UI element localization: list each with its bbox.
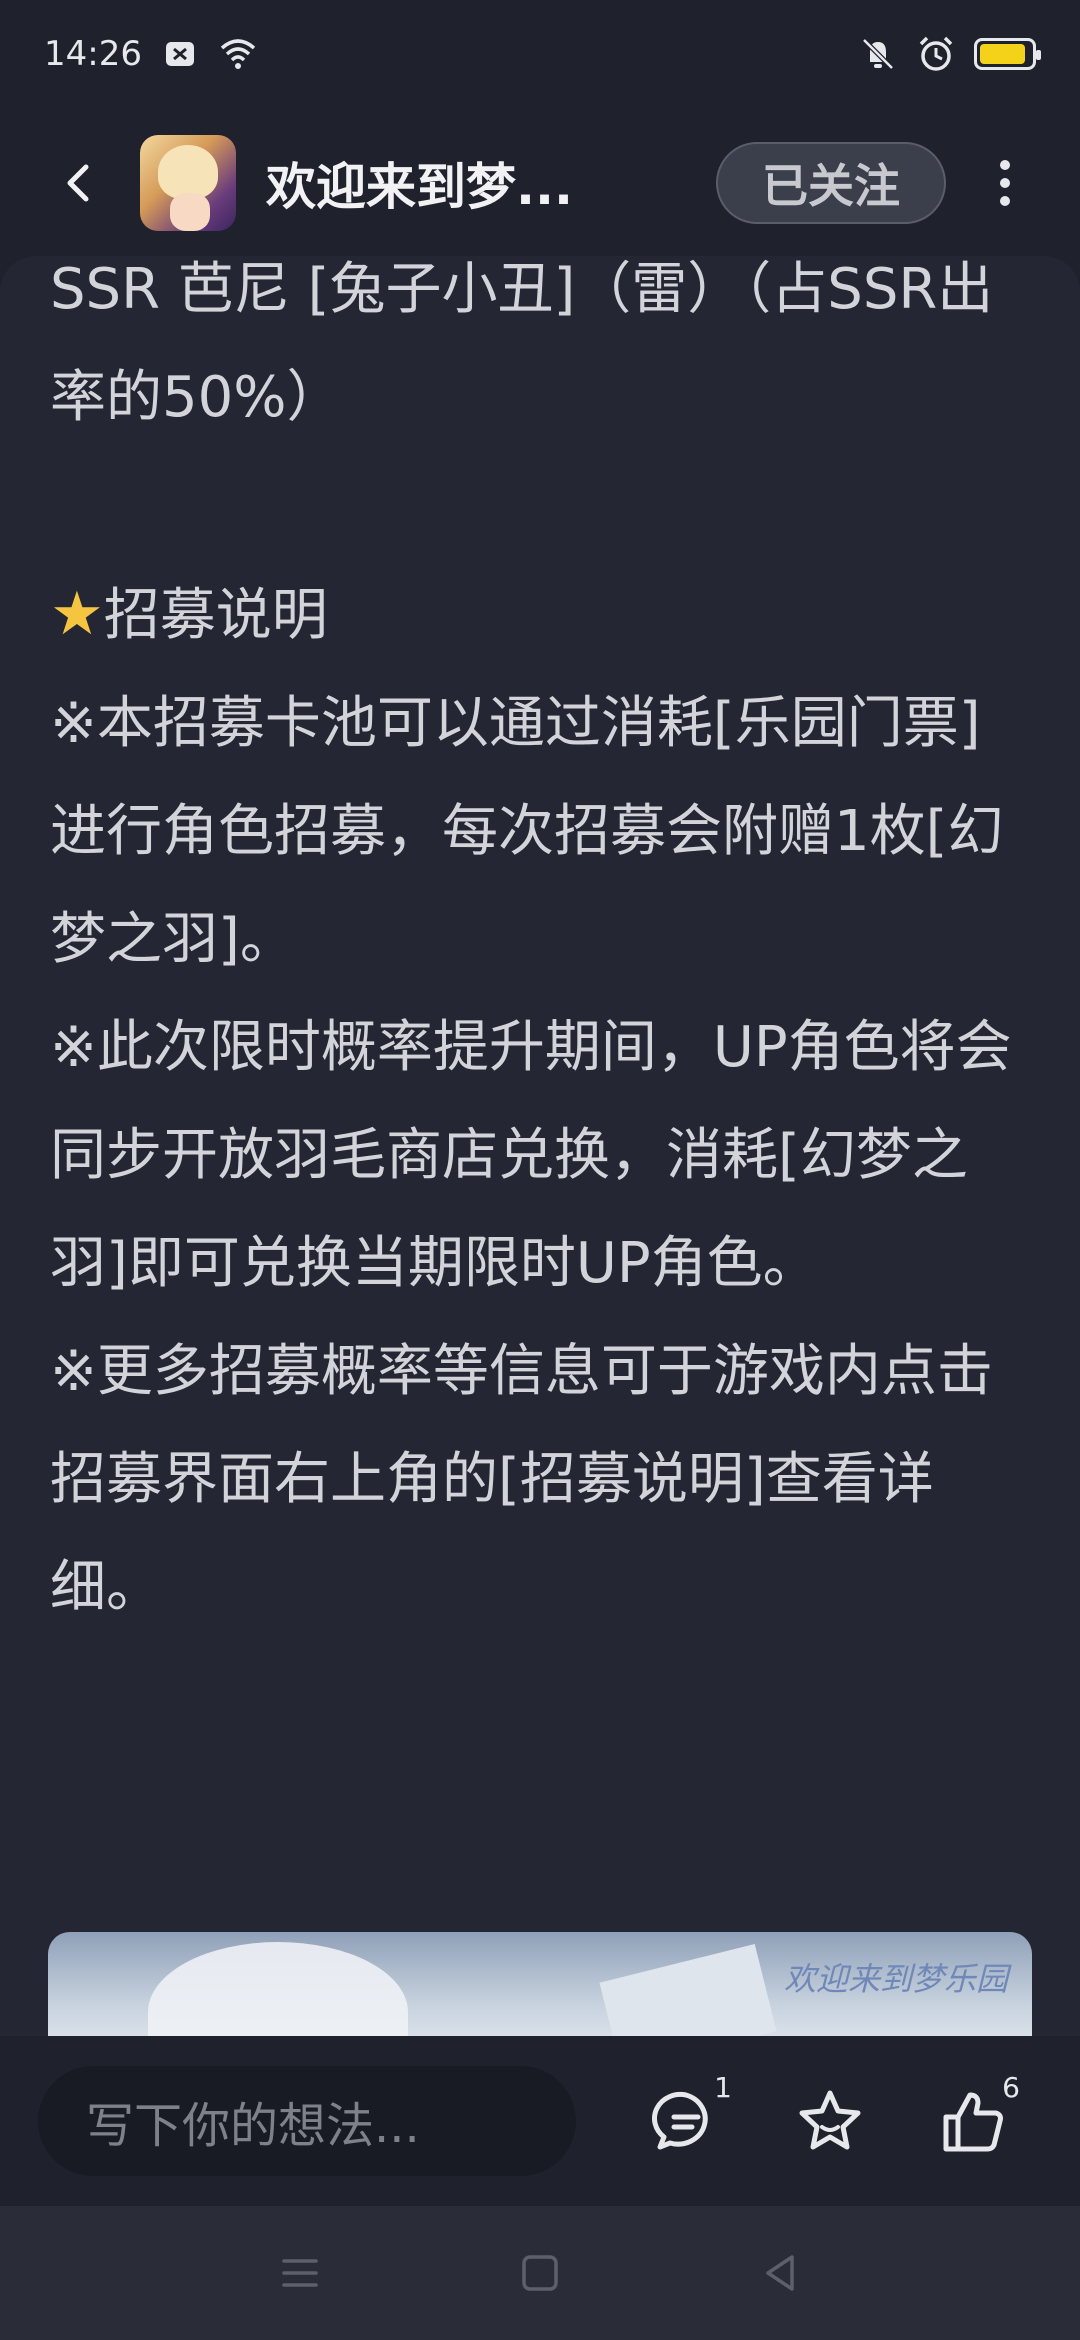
alarm-icon	[916, 34, 956, 74]
system-back-button[interactable]	[750, 2243, 810, 2303]
status-bar: 14:26	[0, 0, 1080, 108]
chevron-left-icon	[67, 164, 89, 202]
home-button[interactable]	[510, 2243, 570, 2303]
like-button[interactable]: 6	[924, 2071, 1024, 2171]
image-figure	[148, 1942, 408, 2036]
notification-icon	[160, 34, 200, 74]
comment-button[interactable]: 1	[636, 2071, 736, 2171]
back-button[interactable]	[40, 143, 120, 223]
wifi-icon	[218, 34, 258, 74]
star-outline-icon	[799, 2090, 861, 2150]
thumbs-up-icon	[943, 2092, 1003, 2152]
square-icon	[522, 2255, 558, 2291]
like-count: 6	[1002, 2071, 1020, 2104]
article-paragraph: ※更多招募概率等信息可于游戏内点击招募界面右上角的[招募说明]查看详细。	[50, 1339, 993, 1620]
battery-indicator	[974, 38, 1041, 70]
star-icon: ★	[50, 579, 104, 649]
article-paragraph: SSR 芭尼 [兔子小丑]（雷）（占SSR出率的50%）	[50, 257, 994, 430]
comment-input[interactable]: 写下你的想法...	[38, 2066, 576, 2176]
comment-icon	[652, 2091, 708, 2150]
comment-count: 1	[714, 2071, 732, 2104]
battery-level	[980, 44, 1025, 64]
avatar[interactable]	[140, 135, 236, 231]
image-watermark-logo: 欢迎来到梦乐园	[783, 1960, 1008, 1998]
triangle-back-icon	[766, 2255, 794, 2291]
page-title[interactable]: 欢迎来到梦...	[266, 147, 573, 219]
more-vertical-icon	[1000, 160, 1010, 206]
article-paragraph: ※此次限时概率提升期间，UP角色将会同步开放羽毛商店兑换，消耗[幻梦之羽]即可兑…	[50, 1015, 1012, 1296]
favorite-button[interactable]	[780, 2071, 880, 2171]
more-options-button[interactable]	[970, 143, 1040, 223]
status-time: 14:26	[44, 34, 142, 74]
article-image[interactable]: 欢迎来到梦乐园	[48, 1932, 1032, 2036]
comment-bar: 写下你的想法... 1 6	[0, 2036, 1080, 2206]
top-app-bar: 欢迎来到梦... 已关注	[0, 108, 1080, 258]
follow-button[interactable]: 已关注	[716, 142, 946, 224]
mute-vibrate-icon	[858, 34, 898, 74]
menu-icon	[282, 2259, 318, 2287]
image-paper	[599, 1943, 777, 2036]
article-paragraph: ※本招募卡池可以通过消耗[乐园门票]进行角色招募，每次招募会附赠1枚[幻梦之羽]…	[50, 691, 1004, 972]
section-heading: ★招募说明	[50, 560, 1030, 670]
section-heading-label: 招募说明	[103, 583, 328, 648]
article-content: SSR 芭尼 [兔子小丑]（雷）（占SSR出率的50%） ★招募说明 ※本招募卡…	[0, 256, 1080, 2036]
recents-button[interactable]	[270, 2243, 330, 2303]
system-navigation-bar	[0, 2206, 1080, 2340]
